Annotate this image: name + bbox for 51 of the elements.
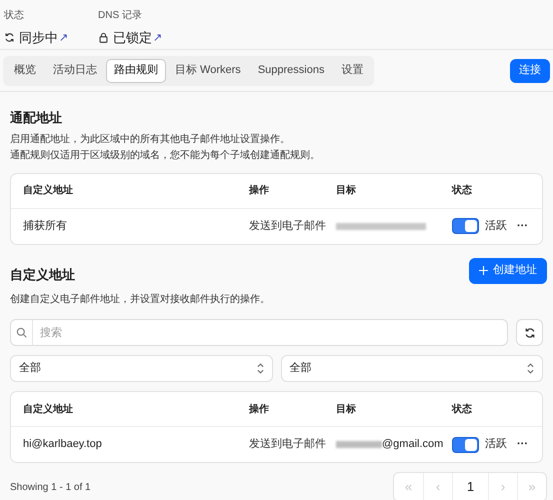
section-description: 通配规则仅适用于区域级别的域名，您不能为每个子域创建通配规则。	[10, 148, 321, 162]
pagination-summary: Showing 1 - 1 of 1	[10, 480, 91, 494]
status-label: 状态	[4, 8, 25, 23]
create-address-button[interactable]: 创建地址	[469, 258, 547, 284]
status-value: 同步中	[19, 29, 58, 47]
section-description: 启用通配地址，为此区域中的所有其他电子邮件地址设置操作。	[10, 132, 291, 146]
status-value: 已锁定	[113, 29, 152, 47]
section-title: 通配地址	[10, 109, 63, 127]
filter-dropdown[interactable]: 全部	[280, 355, 543, 382]
filter-dropdown[interactable]: 全部	[10, 355, 272, 382]
tab[interactable]: 概览	[6, 58, 44, 82]
lock-icon	[98, 32, 109, 44]
tab[interactable]: 活动日志	[45, 58, 105, 82]
table-cell-text: 捕获所有	[23, 218, 68, 234]
status-text: 活跃	[485, 437, 507, 452]
toggle-switch[interactable]	[452, 436, 479, 452]
chevron-updown-icon	[527, 363, 534, 374]
pagination-button[interactable]: 1	[452, 473, 488, 500]
table-cell-text: @gmail.com	[382, 437, 444, 452]
external-link[interactable]: ↗	[59, 30, 68, 46]
column-header: 目标	[336, 184, 357, 198]
external-link[interactable]: ↗	[153, 30, 162, 46]
column-header: 状态	[452, 184, 473, 198]
refresh-icon	[524, 326, 536, 338]
tab[interactable]: Suppressions	[250, 58, 332, 82]
column-header: 目标	[336, 402, 357, 416]
column-header: 状态	[452, 402, 473, 416]
column-header: 自定义地址	[23, 183, 74, 198]
sync-icon	[4, 32, 15, 44]
section-description: 创建自定义电子邮件地址，并设置对接收邮件执行的操作。	[10, 292, 270, 307]
tab[interactable]: 设置	[333, 58, 372, 82]
more-button[interactable]: ···	[517, 436, 528, 453]
plus-icon	[479, 266, 488, 275]
table-cell-text: hi@karlbaey.top	[23, 437, 103, 452]
column-header: 操作	[249, 402, 270, 416]
tab[interactable]: 路由规则	[106, 58, 166, 82]
section-title: 自定义地址	[10, 266, 76, 284]
search-field[interactable]: 搜索	[10, 319, 508, 346]
table-cell-text: 发送到电子邮件	[249, 218, 327, 234]
column-header: 自定义地址	[23, 402, 74, 416]
search-icon	[16, 327, 27, 338]
more-button[interactable]: ···	[517, 218, 528, 234]
status-text: 活跃	[485, 218, 507, 234]
chevron-updown-icon	[256, 363, 264, 374]
tab[interactable]: 目标 Workers	[167, 58, 249, 82]
connect-button[interactable]: 连接	[510, 58, 550, 82]
column-header: 操作	[249, 184, 270, 198]
refresh-button[interactable]	[516, 319, 543, 346]
status-label: DNS 记录	[98, 9, 143, 23]
table-cell-text: 发送到电子邮件	[249, 437, 327, 452]
toggle-switch[interactable]	[452, 218, 479, 234]
